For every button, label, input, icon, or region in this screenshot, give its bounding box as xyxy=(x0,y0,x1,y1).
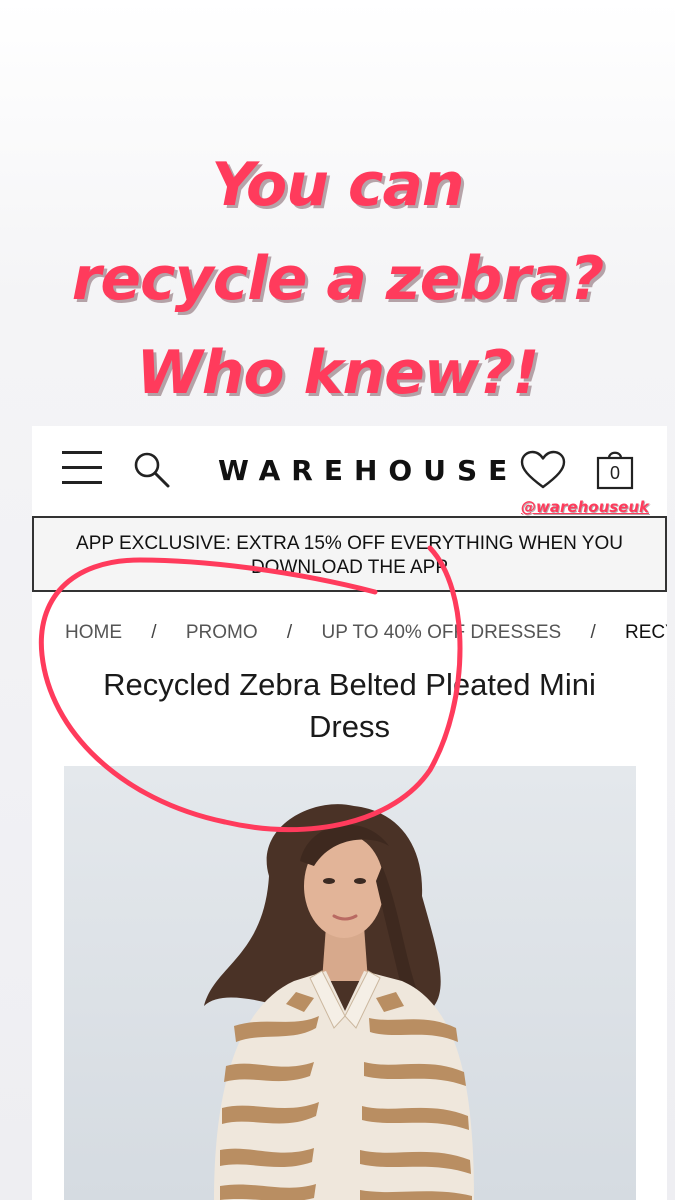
menu-icon[interactable] xyxy=(62,449,104,487)
product-title: Recycled Zebra Belted Pleated Mini Dress xyxy=(32,664,667,748)
breadcrumb-dresses[interactable]: UP TO 40% OFF DRESSES xyxy=(321,622,561,644)
product-title-line-1: Recycled Zebra Belted Pleated Mini xyxy=(103,667,596,702)
breadcrumb-separator: / xyxy=(286,622,293,643)
product-image[interactable] xyxy=(64,766,636,1200)
breadcrumb-promo[interactable]: PROMO xyxy=(186,622,258,644)
model-photo-illustration xyxy=(204,804,474,1200)
breadcrumb: HOME / PROMO / UP TO 40% OFF DRESSES / R… xyxy=(65,622,667,644)
caption-line-1: You can xyxy=(211,150,464,220)
website-screenshot: WAREHOUSE 0 @warehouseuk APP EXCLUSIVE: … xyxy=(32,426,667,1200)
promo-banner-line-1: APP EXCLUSIVE: EXTRA 15% OFF EVERYTHING … xyxy=(76,533,623,554)
product-title-line-2: Dress xyxy=(309,709,390,744)
breadcrumb-current: RECYCL xyxy=(625,622,667,643)
breadcrumb-separator: / xyxy=(590,622,596,643)
bag-count: 0 xyxy=(609,463,620,483)
search-icon[interactable] xyxy=(132,450,172,490)
story-caption: You can recycle a zebra? Who knew?! xyxy=(0,138,675,420)
breadcrumb-separator: / xyxy=(151,622,157,643)
breadcrumb-home[interactable]: HOME xyxy=(65,622,122,644)
heart-icon[interactable] xyxy=(520,450,566,490)
caption-line-3: Who knew?! xyxy=(136,338,540,408)
caption-line-2: recycle a zebra? xyxy=(71,244,605,314)
promo-banner[interactable]: APP EXCLUSIVE: EXTRA 15% OFF EVERYTHING … xyxy=(32,516,667,592)
warehouse-logo[interactable]: WAREHOUSE xyxy=(218,454,507,487)
promo-banner-line-2: DOWNLOAD THE APP xyxy=(250,557,449,578)
shopping-bag-button[interactable]: 0 xyxy=(595,446,635,490)
instagram-handle-tag[interactable]: @warehouseuk xyxy=(521,498,649,516)
